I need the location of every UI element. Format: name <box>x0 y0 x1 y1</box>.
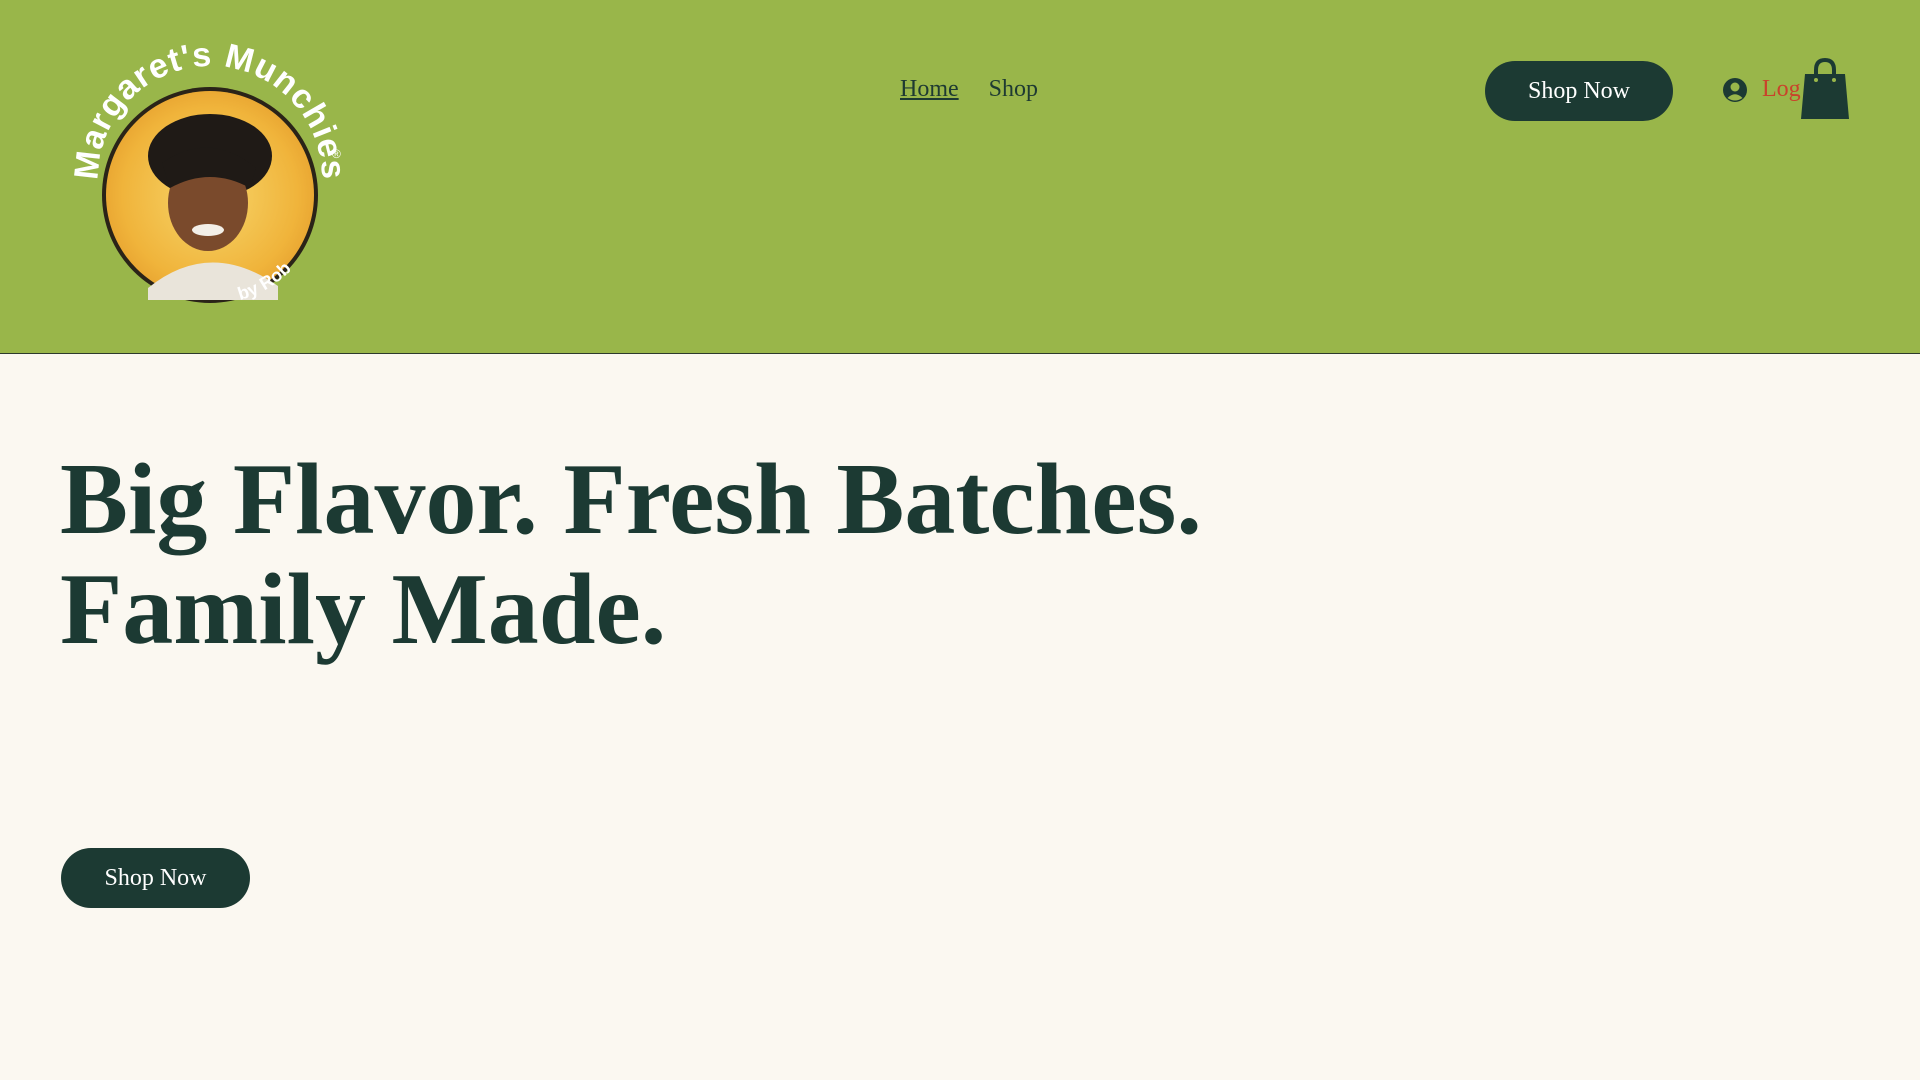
logo-registered: ® <box>332 147 341 161</box>
nav-item-shop[interactable]: Shop <box>989 76 1038 103</box>
logo-graphic: Margaret's Munchies ® by Rob <box>67 36 351 304</box>
nav-item-home[interactable]: Home <box>900 76 959 103</box>
user-circle-icon <box>1722 77 1748 103</box>
hero-headline-line-2: Family Made. <box>60 553 667 666</box>
main-nav: Home Shop <box>900 76 1038 103</box>
hero-shop-now-button[interactable]: Shop Now <box>61 848 250 908</box>
site-header: Margaret's Munchies ® by Rob Home Shop S… <box>0 0 1920 354</box>
shopping-bag-icon[interactable] <box>1800 57 1850 120</box>
brand-logo[interactable]: Margaret's Munchies ® by Rob <box>67 36 351 318</box>
hero-headline: Big Flavor. Fresh Batches. Family Made. <box>60 445 1202 665</box>
header-shop-now-button[interactable]: Shop Now <box>1485 61 1673 121</box>
hero-headline-line-1: Big Flavor. Fresh Batches. <box>60 443 1202 556</box>
